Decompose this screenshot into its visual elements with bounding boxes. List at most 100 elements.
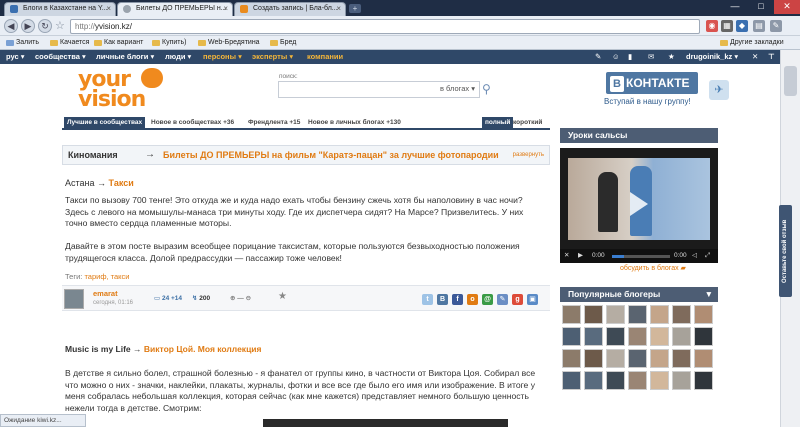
pin-icon[interactable]: ⊤ — [768, 50, 775, 64]
favorite-star-icon[interactable]: ★ — [278, 291, 287, 302]
browser-tab[interactable]: Блоги в Казахстане на Y... × — [4, 2, 116, 16]
video-player[interactable]: ✕ ▶ 0:00 0:00 ◁ ⤢ — [560, 148, 718, 263]
mail-icon[interactable]: ✉ — [648, 50, 654, 64]
blogger-avatar[interactable] — [694, 349, 713, 368]
facebook-icon[interactable]: f — [452, 294, 463, 305]
promo-category[interactable]: Киномания — [68, 150, 118, 160]
blogger-avatar[interactable] — [650, 305, 669, 324]
blogger-avatar[interactable] — [628, 305, 647, 324]
extension-icon[interactable]: ▦ — [721, 20, 733, 32]
close-tab-icon[interactable]: × — [106, 3, 111, 15]
extension-icon[interactable]: ◆ — [736, 20, 748, 32]
rate-plus-icon[interactable]: ⊕ — [230, 295, 235, 302]
browser-tab-active[interactable]: Билеты ДО ПРЕМЬЕРЫ н... × — [117, 2, 233, 16]
menu-people[interactable]: люди ▾ — [165, 50, 191, 64]
blogger-avatar[interactable] — [694, 305, 713, 324]
google-icon[interactable]: g — [512, 294, 523, 305]
blogger-avatar[interactable] — [650, 327, 669, 346]
forward-button[interactable]: ▶ — [21, 19, 35, 33]
bookmark-star-icon[interactable]: ☆ — [55, 19, 65, 32]
tab-best-communities[interactable]: Лучшие в сообществах — [64, 117, 146, 128]
play-small-icon[interactable]: ▶ — [578, 249, 583, 263]
blogger-avatar[interactable] — [562, 305, 581, 324]
menu-persons[interactable]: персоны ▾ — [203, 50, 242, 64]
blogger-avatar[interactable] — [562, 327, 581, 346]
bookmark-item[interactable]: Качается — [50, 37, 89, 49]
share-icon[interactable]: ▣ — [527, 294, 538, 305]
wrench-icon[interactable]: ✎ — [770, 20, 782, 32]
view-short-toggle[interactable]: короткий — [513, 117, 542, 128]
mailru-icon[interactable]: @ — [482, 294, 493, 305]
fullscreen-icon[interactable]: ⤢ — [705, 249, 710, 263]
blogger-avatar[interactable] — [672, 371, 691, 390]
feedback-tab[interactable]: Оставьте свой отзыв — [779, 205, 792, 297]
close-icon[interactable]: ✕ — [564, 249, 569, 263]
promo-title[interactable]: Билеты ДО ПРЕМЬЕРЫ на фильм "Каратэ-паца… — [163, 150, 499, 160]
other-bookmarks[interactable]: Другие закладки — [720, 37, 784, 49]
blogger-avatar[interactable] — [584, 305, 603, 324]
extension-icon[interactable]: ◉ — [706, 20, 718, 32]
vk-banner[interactable]: В КОНТАКТЕ — [606, 72, 698, 94]
blogger-avatar[interactable] — [606, 349, 625, 368]
menu-personal-blogs[interactable]: личные блоги ▾ — [96, 50, 154, 64]
page-menu-icon[interactable]: ▤ — [753, 20, 765, 32]
blogger-avatar[interactable] — [584, 327, 603, 346]
video-progress[interactable] — [612, 255, 670, 258]
bookmark-item[interactable]: Бред — [270, 37, 296, 49]
browser-tab[interactable]: Создать запись | Бла-бл... × — [234, 2, 346, 16]
blogger-avatar[interactable] — [672, 305, 691, 324]
tools-icon[interactable]: ✕ — [752, 50, 758, 64]
bookmark-item[interactable]: Web-Бредятина — [198, 37, 260, 49]
close-window-button[interactable]: ✕ — [774, 0, 800, 14]
blogger-avatar[interactable] — [650, 349, 669, 368]
expand-link[interactable]: развернуть — [513, 152, 544, 158]
twitter-icon[interactable]: t — [422, 294, 433, 305]
people-icon[interactable]: ☺ — [612, 50, 620, 64]
bookmark-item[interactable]: Как вариант — [94, 37, 143, 49]
vk-join-link[interactable]: Вступай в нашу группу! — [604, 97, 691, 106]
blogger-avatar[interactable] — [628, 349, 647, 368]
vk-share-icon[interactable]: В — [437, 294, 448, 305]
blogger-avatar[interactable] — [672, 327, 691, 346]
blogger-avatar[interactable] — [562, 371, 581, 390]
blogger-avatar[interactable] — [672, 349, 691, 368]
post-title[interactable]: Виктор Цой. Моя коллекция — [144, 344, 262, 354]
avatar[interactable] — [64, 289, 84, 309]
play-icon[interactable] — [630, 192, 648, 216]
menu-companies[interactable]: компании — [307, 50, 343, 64]
post-title[interactable]: Такси — [109, 178, 134, 188]
blogger-avatar[interactable] — [562, 349, 581, 368]
tab-new-personal[interactable]: Новое в личных блогах +130 — [308, 117, 401, 128]
minimize-button[interactable]: — — [722, 0, 748, 14]
menu-communities[interactable]: сообщества ▾ — [35, 50, 86, 64]
address-bar[interactable]: http://yvision.kz/ — [70, 19, 700, 34]
site-logo[interactable]: your vision — [78, 68, 163, 111]
discuss-link[interactable]: обсудить в блогах ▰ — [620, 264, 686, 272]
maximize-button[interactable]: □ — [748, 0, 774, 14]
post-community[interactable]: Music is my Life — [65, 344, 131, 354]
blogger-avatar[interactable] — [606, 305, 625, 324]
livejournal-icon[interactable]: ✎ — [497, 294, 508, 305]
post-author[interactable]: emarat — [93, 289, 118, 298]
bookmark-item[interactable]: Купить) — [152, 37, 186, 49]
user-menu[interactable]: drugoinik_kz ▾ — [686, 50, 738, 64]
tab-friendfeed[interactable]: Френдлента +15 — [248, 117, 300, 128]
rating-widget[interactable]: ⊕ — ⊖ — [230, 294, 251, 302]
reload-button[interactable]: ↻ — [38, 19, 52, 33]
blogger-avatar[interactable] — [694, 327, 713, 346]
blogger-avatar[interactable] — [606, 327, 625, 346]
comments-count[interactable]: ▭ 24 +14 — [154, 294, 182, 302]
search-input[interactable]: в блогах ▾ — [278, 81, 480, 98]
blogger-avatar[interactable] — [606, 371, 625, 390]
close-tab-icon[interactable]: × — [336, 3, 341, 15]
bookmark-item[interactable]: Залить — [6, 37, 39, 49]
bookmark-icon[interactable]: ▮ — [628, 50, 632, 64]
new-tab-button[interactable]: + — [349, 4, 361, 13]
odnoklassniki-icon[interactable]: о — [467, 294, 478, 305]
blogger-avatar[interactable] — [694, 371, 713, 390]
collapse-icon[interactable]: ▼ — [705, 287, 713, 302]
menu-experts[interactable]: эксперты ▾ — [252, 50, 293, 64]
tag-links[interactable]: тариф, такси — [84, 272, 129, 281]
close-tab-icon[interactable]: × — [223, 3, 228, 15]
blogger-avatar[interactable] — [628, 327, 647, 346]
